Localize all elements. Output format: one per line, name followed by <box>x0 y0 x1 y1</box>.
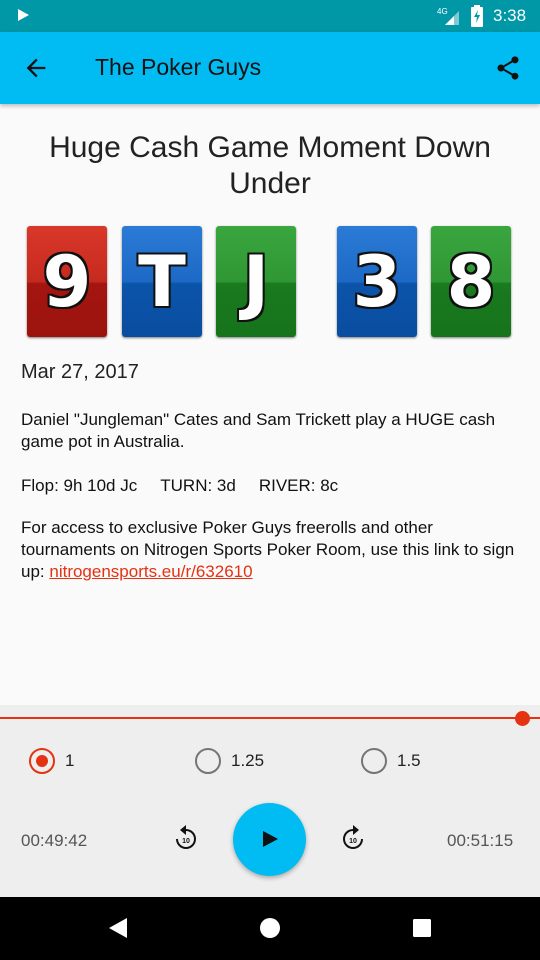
card-rank: T <box>138 240 186 323</box>
board-line: Flop: 9h 10d Jc TURN: 3d RIVER: 8c <box>21 475 521 497</box>
status-time: 3:38 <box>493 6 527 25</box>
svg-text:4G: 4G <box>437 7 448 16</box>
speed-option-1[interactable]: 1 <box>29 747 74 775</box>
speed-label: 1.5 <box>397 751 421 770</box>
status-bar: 4G 3:38 <box>0 0 540 32</box>
forward-seconds: 10 <box>349 838 357 845</box>
forward-10-icon[interactable]: 10 <box>338 823 368 853</box>
card-2: T <box>122 226 202 337</box>
seek-bar[interactable] <box>0 717 540 719</box>
elapsed-time: 00:49:42 <box>21 831 88 850</box>
card-5: 8 <box>431 226 511 337</box>
promo-link[interactable]: nitrogensports.eu/r/632610 <box>49 562 252 581</box>
battery-icon <box>471 5 483 27</box>
card-3: J <box>216 226 296 337</box>
radio-selected[interactable] <box>29 748 55 774</box>
episode-date: Mar 27, 2017 <box>21 361 139 383</box>
speed-label: 1 <box>65 751 75 770</box>
play-button[interactable] <box>233 803 306 876</box>
play-notification-icon <box>18 9 29 21</box>
radio-unselected[interactable] <box>195 748 221 774</box>
nav-back-icon[interactable] <box>107 917 129 939</box>
card-rank: 9 <box>42 240 92 323</box>
episode-description: Daniel "Jungleman" Cates and Sam Tricket… <box>21 410 496 451</box>
card-row: 9 T J 3 8 <box>0 226 540 337</box>
promo-paragraph: For access to exclusive Poker Guys freer… <box>21 517 521 583</box>
seek-thumb[interactable] <box>515 711 530 726</box>
speed-label: 1.25 <box>231 751 265 770</box>
nav-home-icon[interactable] <box>259 917 281 939</box>
total-duration: 00:51:15 <box>447 831 514 850</box>
audio-player: 1 1.25 1.5 00:49:42 10 10 00:51:15 <box>0 705 540 897</box>
navigation-bar <box>0 897 540 960</box>
flop-text: Flop: 9h 10d Jc <box>21 476 138 495</box>
nav-recents-icon[interactable] <box>411 917 433 939</box>
replay-10-icon[interactable]: 10 <box>171 823 201 853</box>
app-title: The Poker Guys <box>95 54 262 80</box>
rewind-seconds: 10 <box>182 838 190 845</box>
card-4: 3 <box>337 226 417 337</box>
card-rank: J <box>242 240 270 323</box>
speed-option-1-5[interactable]: 1.5 <box>361 747 421 775</box>
signal-icon: 4G <box>437 7 459 25</box>
card-rank: 3 <box>352 240 402 323</box>
share-icon[interactable] <box>494 54 522 82</box>
episode-title: Huge Cash Game Moment Down Under <box>49 131 491 200</box>
app-bar: The Poker Guys <box>0 32 540 104</box>
play-icon <box>263 831 278 847</box>
arrow-back-icon[interactable] <box>22 54 50 82</box>
card-rank: 8 <box>446 240 496 323</box>
turn-text: TURN: 3d <box>160 476 236 495</box>
speed-option-1-25[interactable]: 1.25 <box>195 747 264 775</box>
radio-unselected[interactable] <box>361 748 387 774</box>
card-1: 9 <box>27 226 107 337</box>
river-text: RIVER: 8c <box>258 476 339 495</box>
